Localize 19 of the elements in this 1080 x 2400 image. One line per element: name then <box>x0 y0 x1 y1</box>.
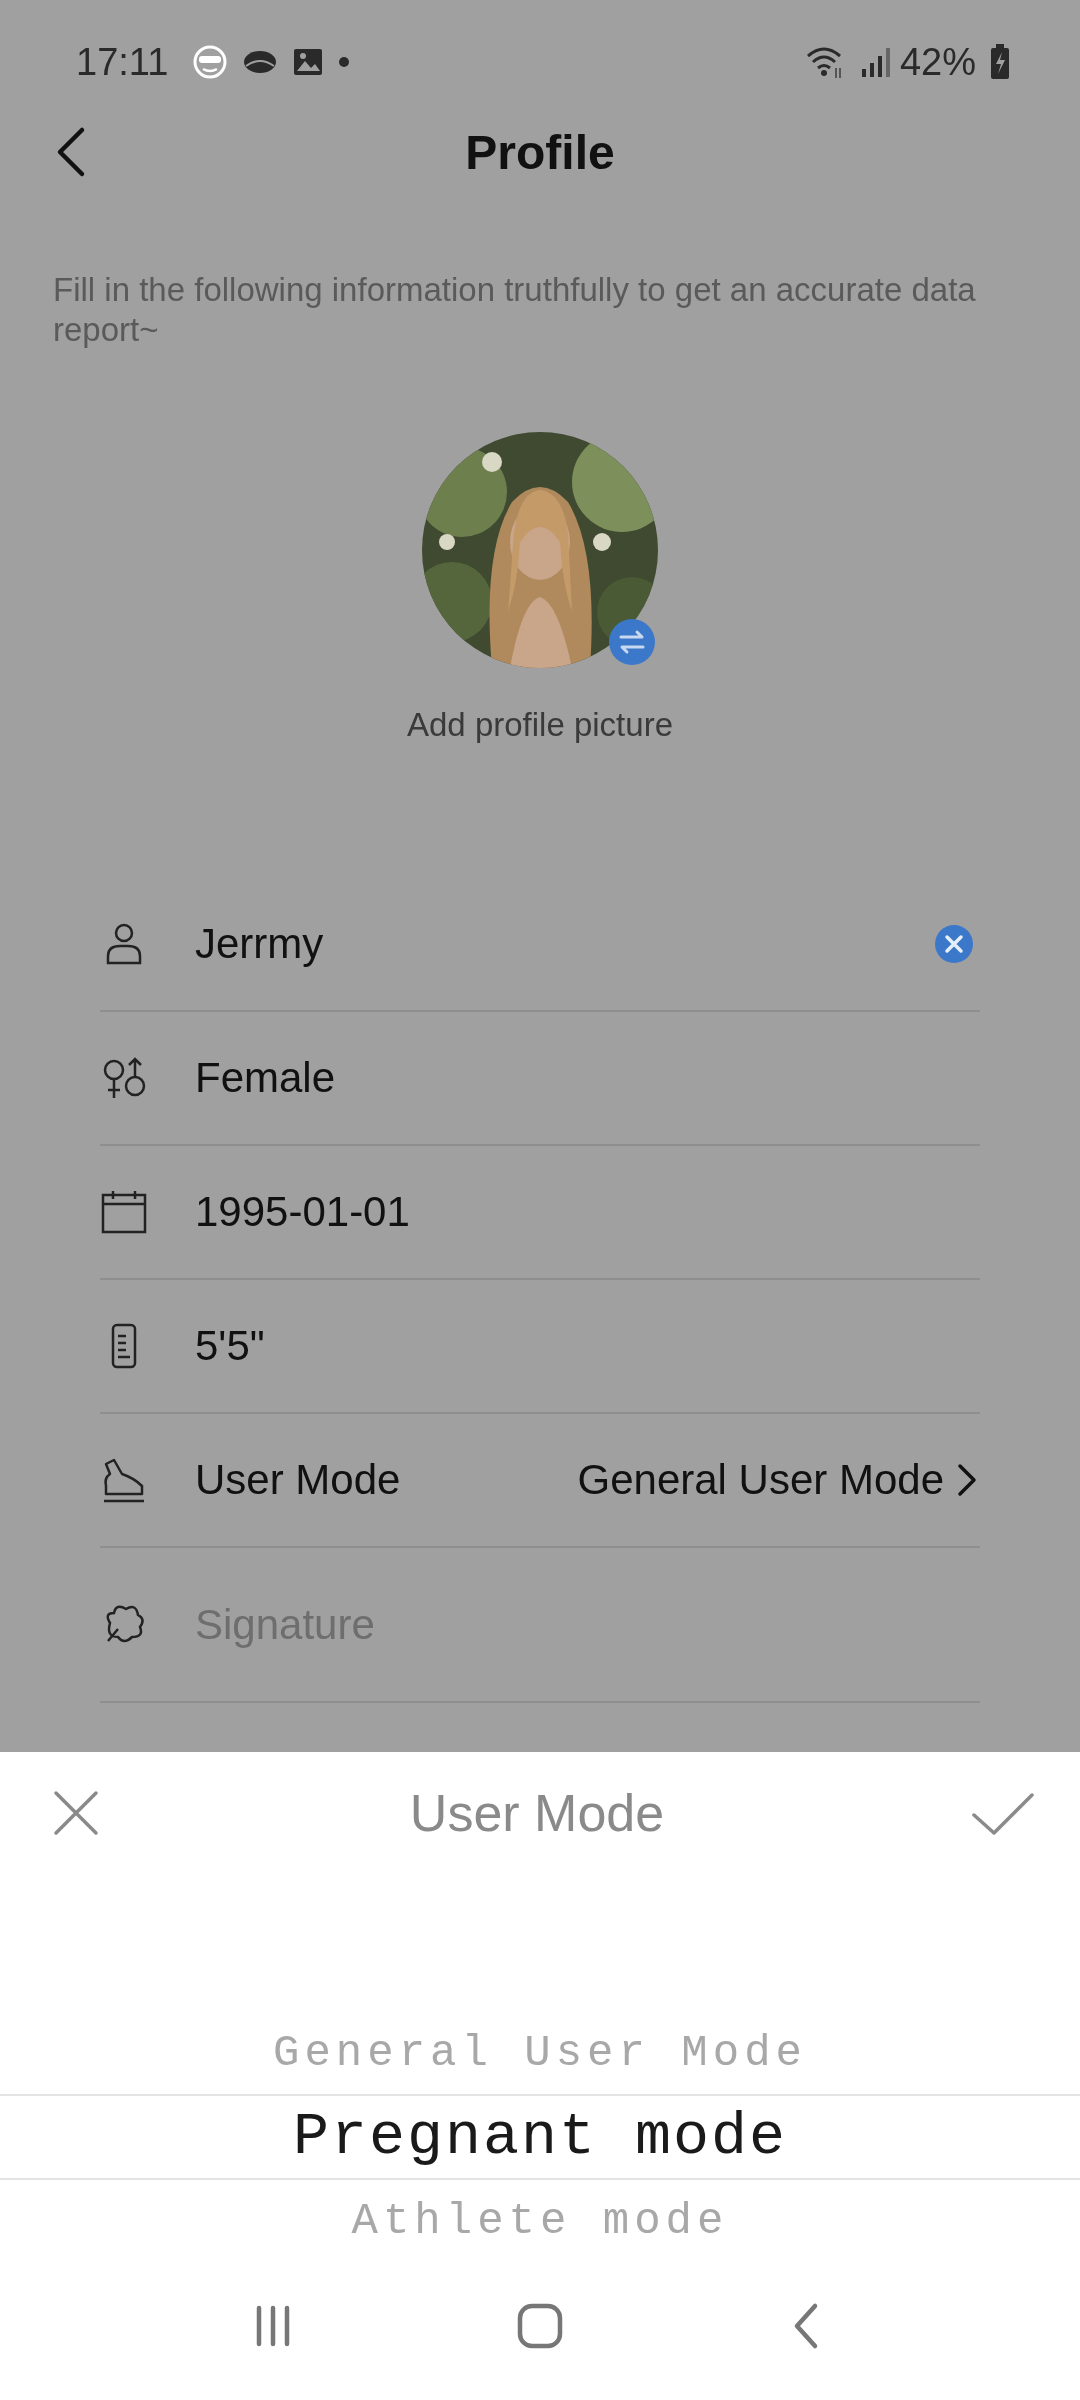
battery-charging-icon <box>990 44 1010 80</box>
user-mode-label: User Mode <box>195 1456 402 1504</box>
page-title: Profile <box>465 124 615 180</box>
clear-icon[interactable] <box>934 924 974 964</box>
height-value[interactable]: 5'5" <box>195 1322 980 1370</box>
notification-dot-icon <box>338 56 351 68</box>
status-time: 17:11 <box>76 40 169 84</box>
calendar-icon <box>100 1188 148 1236</box>
user-mode-value[interactable]: General User Mode <box>577 1456 944 1504</box>
battery-percent: 42% <box>899 40 976 84</box>
add-picture-label[interactable]: Add profile picture <box>407 703 673 747</box>
image-icon <box>292 46 325 78</box>
picker-option[interactable]: Pregnant mode <box>292 2103 788 2171</box>
birthday-value[interactable]: 1995-01-01 <box>195 1188 980 1236</box>
swap-icon[interactable] <box>608 618 656 666</box>
gender-value[interactable]: Female <box>195 1054 980 1102</box>
name-value[interactable]: Jerrmy <box>195 920 934 968</box>
description-text: Fill in the following information truthfully to get an accurate data report~ <box>53 270 977 350</box>
sheet-title: User Mode <box>409 1783 665 1843</box>
